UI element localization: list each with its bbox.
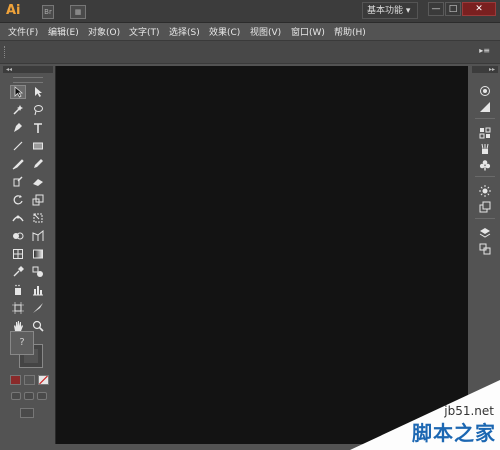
perspective-grid-tool-icon[interactable] (30, 229, 46, 243)
eraser-tool-icon[interactable] (30, 175, 46, 189)
maximize-button[interactable]: □ (445, 2, 461, 16)
blend-tool-icon[interactable] (30, 265, 46, 279)
fill-stroke-swatch[interactable]: ? (10, 331, 44, 371)
paintbrush-tool-icon[interactable] (10, 157, 26, 171)
rotate-tool-icon[interactable] (10, 193, 26, 207)
pen-tool-icon[interactable] (10, 121, 26, 135)
watermark-name: 脚本之家 (412, 421, 496, 445)
brushes-icon[interactable] (477, 142, 493, 156)
pencil-tool-icon[interactable] (30, 157, 46, 171)
menu-select[interactable]: 选择(S) (169, 25, 200, 38)
free-transform-tool-icon[interactable] (30, 211, 46, 225)
none-mode-button[interactable] (38, 375, 49, 385)
graphic-styles-icon[interactable] (477, 200, 493, 214)
fill-swatch[interactable]: ? (10, 331, 34, 355)
symbol-sprayer-tool-icon[interactable] (10, 283, 26, 297)
symbols-icon[interactable] (477, 158, 493, 172)
menu-help[interactable]: 帮助(H) (334, 25, 366, 38)
selection-tool-icon[interactable] (10, 85, 26, 99)
workspace-switcher[interactable]: 基本功能 ▾ (362, 2, 418, 19)
gradient-tool-icon[interactable] (30, 247, 46, 261)
menu-type[interactable]: 文字(T) (129, 25, 160, 38)
swatches-icon[interactable] (477, 126, 493, 140)
menu-window[interactable]: 窗口(W) (291, 25, 325, 38)
tools-panel-collapse[interactable]: ◂◂ (3, 66, 53, 73)
dock-separator (475, 118, 495, 119)
direct-selection-tool-icon[interactable] (30, 85, 46, 99)
type-tool-icon[interactable] (30, 121, 46, 135)
line-segment-tool-icon[interactable] (10, 139, 26, 153)
control-bar: ▸≡ (0, 40, 500, 64)
draw-inside-icon[interactable] (37, 392, 47, 400)
lasso-tool-icon[interactable] (30, 103, 46, 117)
slice-tool-icon[interactable] (30, 301, 46, 315)
magic-wand-tool-icon[interactable] (10, 103, 26, 117)
title-bar: Ai Br ▦ 基本功能 ▾ — □ ✕ (0, 0, 500, 23)
artboard-tool-icon[interactable] (10, 301, 26, 315)
close-button[interactable]: ✕ (462, 2, 496, 16)
control-bar-grip[interactable] (4, 46, 7, 58)
menu-edit[interactable]: 编辑(E) (48, 25, 79, 38)
bridge-icon[interactable]: Br (42, 5, 54, 19)
draw-behind-icon[interactable] (24, 392, 34, 400)
draw-normal-icon[interactable] (11, 392, 21, 400)
color-icon[interactable] (477, 100, 493, 114)
panel-dock-expand[interactable]: ▸▸ (472, 66, 498, 73)
color-mode-button[interactable] (10, 375, 21, 385)
site-watermark: jb51.net 脚本之家 (350, 380, 500, 450)
panel-menu-icon[interactable]: ▸≡ (479, 46, 490, 55)
arrange-documents-icon[interactable]: ▦ (70, 5, 86, 19)
blob-brush-tool-icon[interactable] (10, 175, 26, 189)
column-graph-tool-icon[interactable] (30, 283, 46, 297)
tools-panel-grip[interactable] (13, 77, 43, 83)
menu-effect[interactable]: 效果(C) (209, 25, 240, 38)
eyedropper-tool-icon[interactable] (10, 265, 26, 279)
width-tool-icon[interactable] (10, 211, 26, 225)
dock-separator (475, 218, 495, 219)
scale-tool-icon[interactable] (30, 193, 46, 207)
dock-separator (475, 176, 495, 177)
tools-panel: ◂◂ ? (3, 66, 53, 444)
appearance-icon[interactable] (477, 184, 493, 198)
watermark-site: jb51.net (444, 404, 494, 418)
workspace-label: 基本功能 (367, 6, 404, 16)
menu-object[interactable]: 对象(O) (88, 25, 120, 38)
screen-mode-icon[interactable] (20, 408, 34, 418)
app-logo: Ai (6, 3, 21, 18)
shape-builder-tool-icon[interactable] (10, 229, 26, 243)
artboards-icon[interactable] (477, 242, 493, 256)
menu-view[interactable]: 视图(V) (250, 25, 281, 38)
menu-file[interactable]: 文件(F) (8, 25, 38, 38)
rectangle-tool-icon[interactable] (30, 139, 46, 153)
gradient-mode-button[interactable] (24, 375, 35, 385)
menu-bar: 文件(F) 编辑(E) 对象(O) 文字(T) 选择(S) 效果(C) 视图(V… (0, 23, 500, 39)
color-guide-icon[interactable] (477, 84, 493, 98)
mesh-tool-icon[interactable] (10, 247, 26, 261)
minimize-button[interactable]: — (428, 2, 444, 16)
layers-icon[interactable] (477, 226, 493, 240)
